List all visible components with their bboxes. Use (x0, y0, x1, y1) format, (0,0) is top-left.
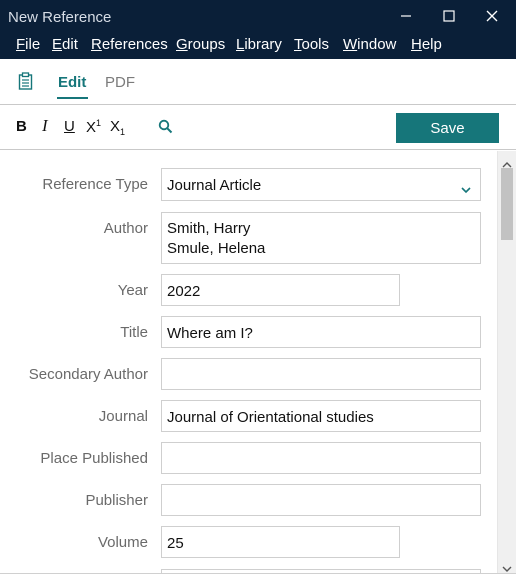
minimize-icon (401, 15, 411, 17)
menu-groups[interactable]: Groups (176, 36, 225, 53)
reference-type-value: Journal Article (167, 177, 262, 194)
close-icon (486, 10, 498, 22)
year-label: Year (117, 282, 148, 299)
vertical-scrollbar[interactable] (497, 151, 516, 574)
tab-bar: Edit PDF (0, 59, 516, 105)
author-label: Author (103, 220, 148, 237)
format-toolbar: B I U X1 X1 Save (0, 105, 516, 150)
author-entry: Smith, Harry (167, 220, 251, 237)
search-icon[interactable] (158, 119, 173, 139)
underline-button[interactable]: U (64, 118, 75, 135)
reference-type-select[interactable]: Journal Article (161, 168, 481, 201)
active-tab-indicator (57, 97, 88, 99)
clipboard-icon[interactable] (18, 72, 33, 95)
author-entry: Smule, Helena (167, 240, 266, 257)
window-chrome: New Reference File Edit References Group… (0, 0, 516, 59)
menu-tools[interactable]: Tools (294, 36, 329, 53)
title-field[interactable]: Where am I? (161, 316, 481, 348)
secondary-author-label: Secondary Author (28, 366, 148, 383)
journal-field[interactable]: Journal of Orientational studies (161, 400, 481, 432)
maximize-icon (443, 10, 455, 22)
menu-file[interactable]: File (16, 36, 40, 53)
reference-type-label: Reference Type (42, 176, 148, 193)
window-title: New Reference (8, 9, 112, 26)
bold-button[interactable]: B (16, 118, 27, 135)
subscript-button[interactable]: X1 (110, 118, 125, 137)
place-published-label: Place Published (40, 450, 148, 467)
superscript-button[interactable]: X1 (86, 118, 101, 136)
menu-edit[interactable]: Edit (52, 36, 78, 53)
volume-label: Volume (97, 534, 148, 551)
menu-bar: File Edit References Groups Library Tool… (0, 34, 516, 59)
place-published-field[interactable] (161, 442, 481, 474)
menu-help[interactable]: Help (411, 36, 442, 53)
volume-field[interactable]: 25 (161, 526, 400, 558)
author-field[interactable]: Smith, Harry Smule, Helena (161, 212, 481, 264)
close-button[interactable] (471, 0, 513, 32)
title-label: Title (120, 324, 148, 341)
menu-references[interactable]: References (91, 36, 168, 53)
reference-form: Reference Type Journal Article Author Sm… (0, 151, 497, 574)
minimize-button[interactable] (385, 0, 427, 32)
maximize-button[interactable] (428, 0, 470, 32)
save-button[interactable]: Save (396, 113, 499, 143)
publisher-label: Publisher (85, 492, 148, 509)
secondary-author-field[interactable] (161, 358, 481, 390)
year-field[interactable]: 2022 (161, 274, 400, 306)
italic-button[interactable]: I (42, 116, 48, 136)
scroll-down-icon[interactable] (502, 560, 512, 574)
menu-library[interactable]: Library (236, 36, 282, 53)
tab-edit[interactable]: Edit (58, 74, 86, 91)
menu-window[interactable]: Window (343, 36, 396, 53)
chevron-down-icon (461, 180, 471, 200)
scrollbar-thumb[interactable] (501, 168, 513, 240)
tab-pdf[interactable]: PDF (105, 74, 135, 91)
journal-label: Journal (98, 408, 148, 425)
publisher-field[interactable] (161, 484, 481, 516)
title-bar[interactable]: New Reference (0, 0, 516, 34)
